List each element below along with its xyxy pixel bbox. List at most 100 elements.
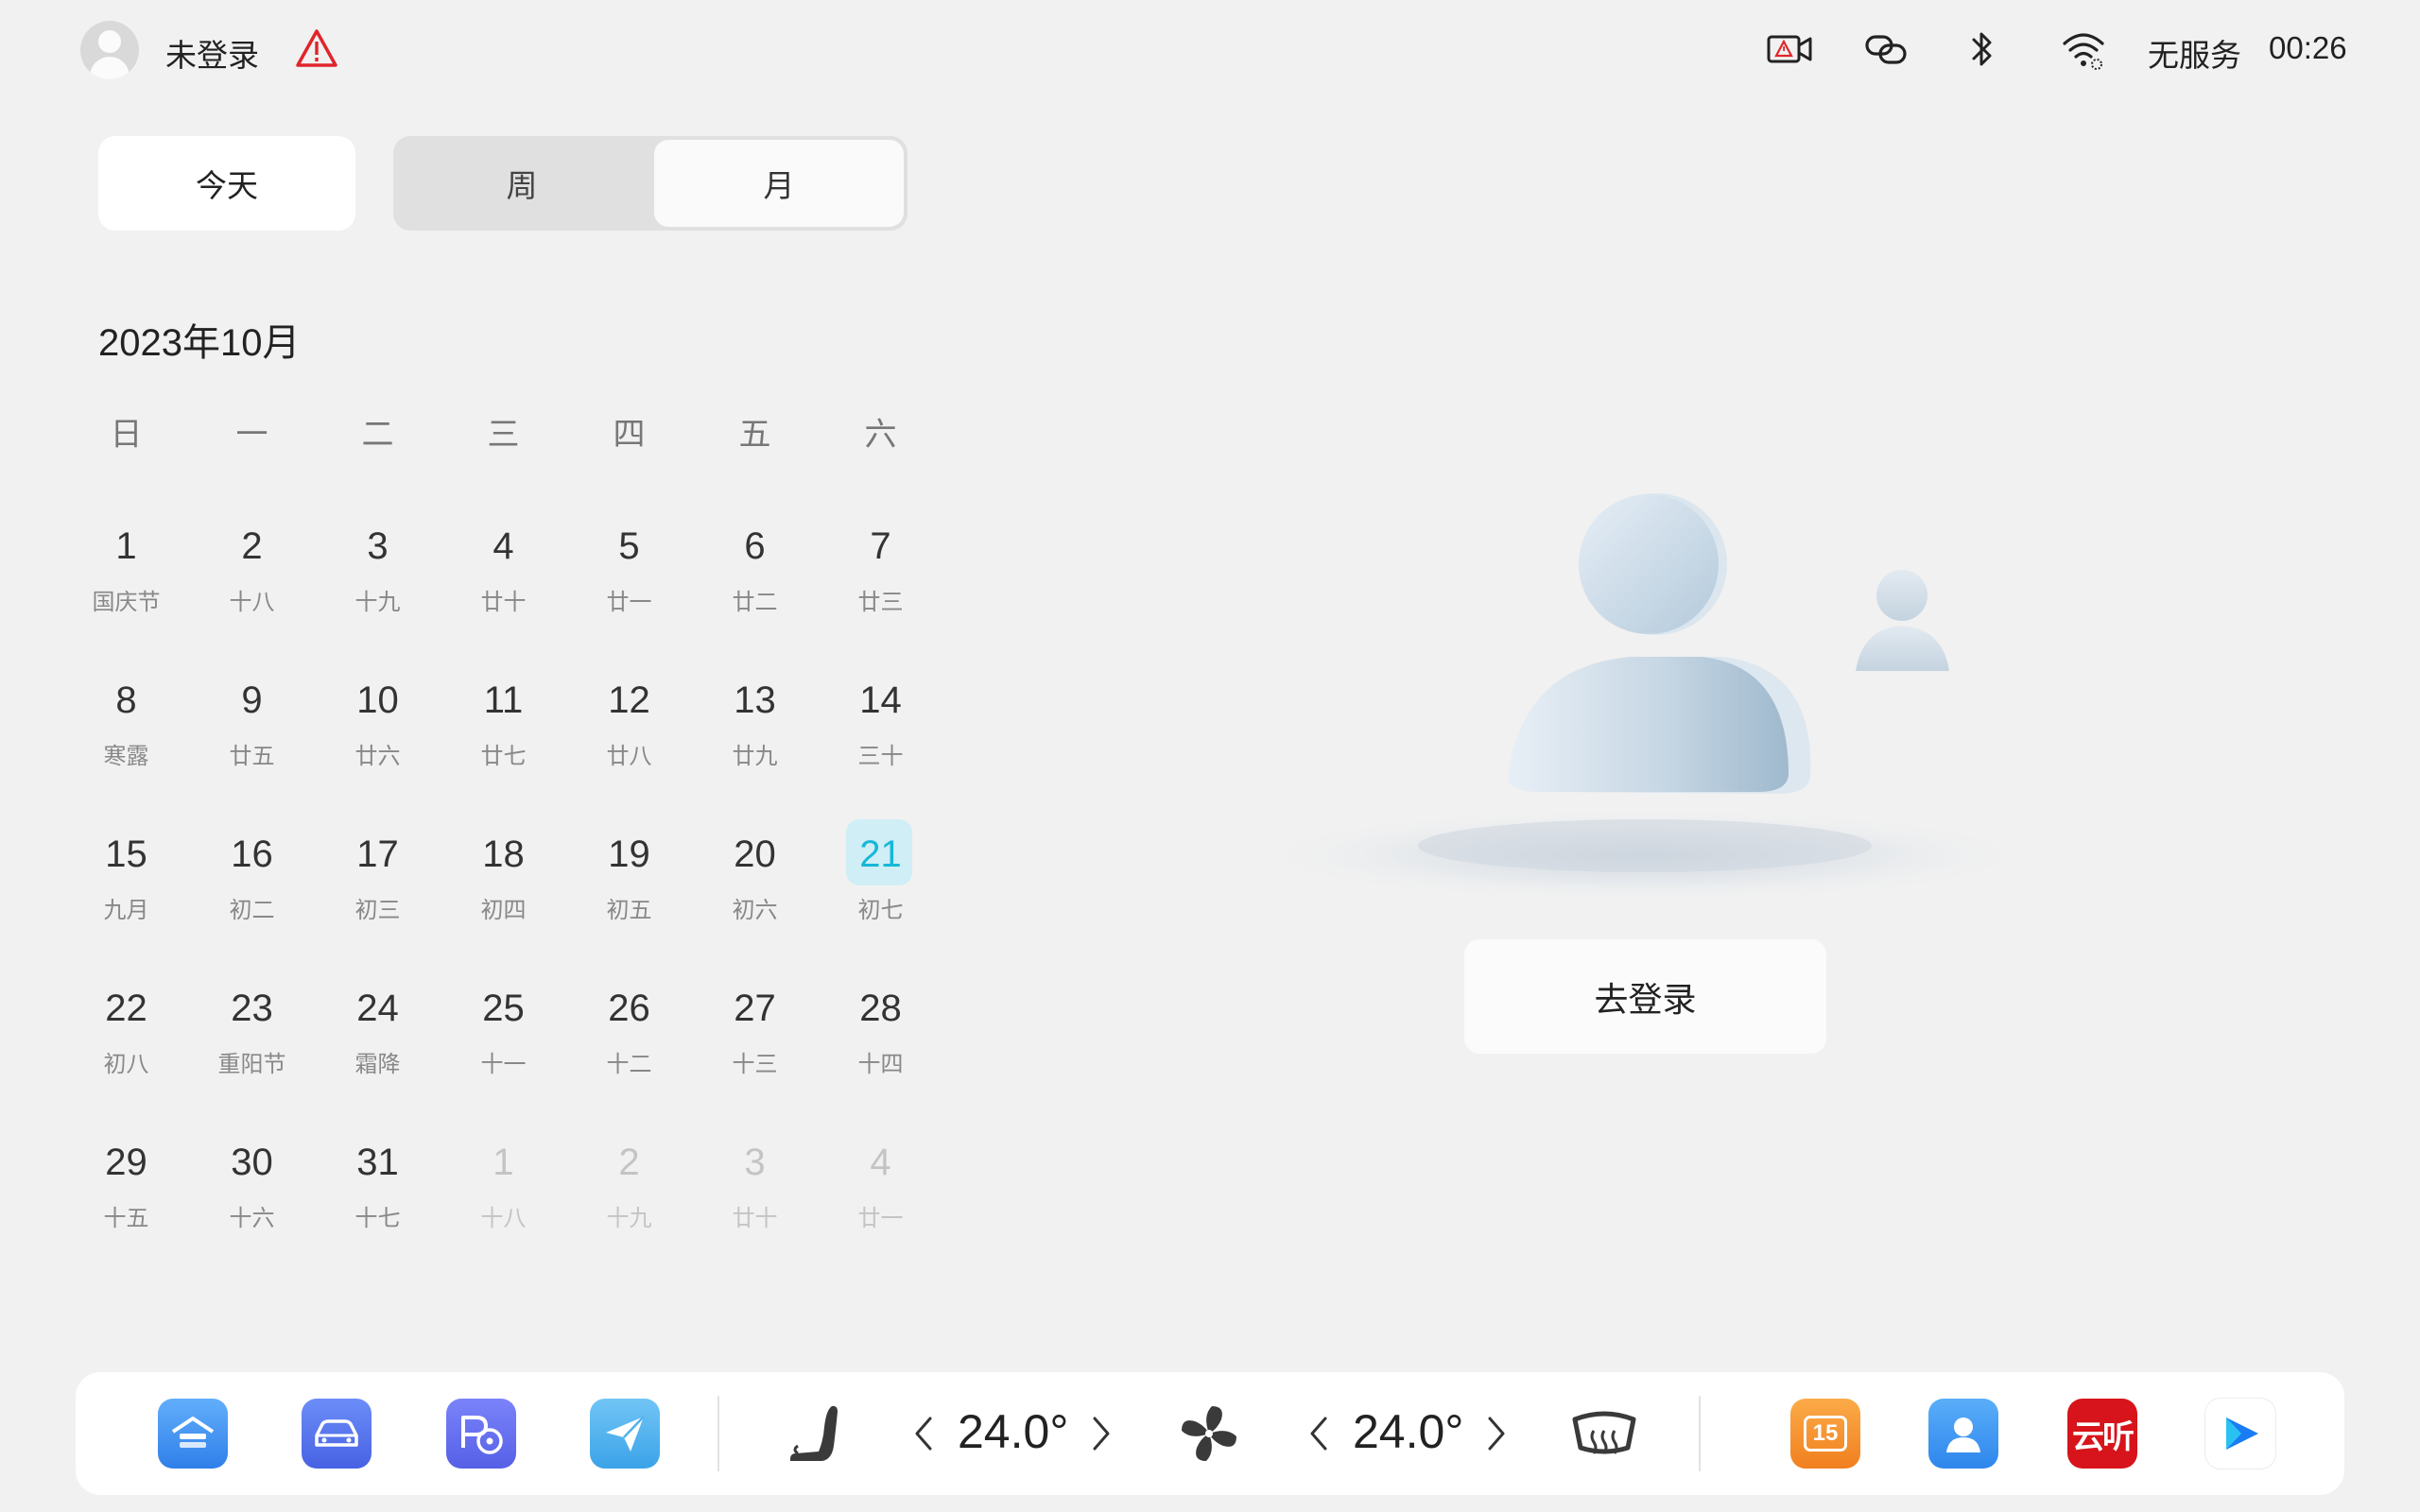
calendar-day[interactable]: 16 初二	[189, 821, 315, 975]
calendar-day[interactable]: 12 廿八	[566, 667, 692, 821]
calendar-day[interactable]: 13 廿九	[692, 667, 818, 821]
video-app-icon[interactable]	[2205, 1399, 2275, 1469]
calendar-day[interactable]: 2 十八	[189, 513, 315, 667]
day-number: 7	[870, 525, 891, 567]
view-segmented-control: 周 月	[393, 136, 908, 231]
fan-icon[interactable]	[1174, 1399, 1244, 1469]
day-number: 1	[115, 525, 137, 567]
seat-heat-icon[interactable]	[779, 1399, 849, 1469]
today-button[interactable]: 今天	[98, 136, 355, 231]
calendar-day[interactable]: 4 廿一	[818, 1129, 943, 1283]
calendar-day[interactable]: 26 十二	[566, 975, 692, 1129]
calendar-day[interactable]: 9 廿五	[189, 667, 315, 821]
lunar-date: 十九	[354, 590, 401, 615]
calendar-day[interactable]: 17 初三	[315, 821, 441, 975]
lunar-date: 初六	[732, 898, 778, 923]
tab-week[interactable]: 周	[393, 136, 650, 231]
lunar-date: 初四	[480, 898, 527, 923]
calendar-day[interactable]: 24 霜降	[315, 975, 441, 1129]
lunar-date: 廿九	[732, 744, 778, 769]
calendar-app-badge: 15	[1804, 1416, 1847, 1452]
calendar-day[interactable]: 8 寒露	[63, 667, 189, 821]
calendar-day[interactable]: 7 廿三	[818, 513, 943, 667]
right-temp-increase-icon[interactable]	[1484, 1413, 1509, 1454]
day-number: 27	[734, 988, 776, 1029]
left-temp-increase-icon[interactable]	[1089, 1413, 1114, 1454]
calendar-day[interactable]: 4 廿十	[441, 513, 566, 667]
lunar-date: 初八	[103, 1052, 149, 1077]
calendar-day[interactable]: 18 初四	[441, 821, 566, 975]
lunar-date: 十四	[857, 1052, 904, 1077]
car-icon[interactable]	[302, 1399, 372, 1469]
calendar-day-today[interactable]: 21 初七	[818, 819, 943, 975]
lunar-date: 霜降	[354, 1052, 401, 1077]
lunar-date: 十七	[354, 1206, 401, 1231]
calendar-day[interactable]: 20 初六	[692, 821, 818, 975]
user-login-status[interactable]: 未登录	[165, 30, 259, 76]
lunar-date: 廿十	[732, 1206, 778, 1231]
calendar-day[interactable]: 23 重阳节	[189, 975, 315, 1129]
calendar-day[interactable]: 2 十九	[566, 1129, 692, 1283]
weekday-label: 四	[613, 417, 646, 453]
weekday-label: 三	[487, 417, 520, 453]
rear-defrost-icon[interactable]	[1569, 1399, 1639, 1469]
calendar-day[interactable]: 5 廿一	[566, 513, 692, 667]
day-number: 12	[608, 679, 650, 721]
calendar-day[interactable]: 30 十六	[189, 1129, 315, 1283]
contacts-app-icon[interactable]	[1928, 1399, 1998, 1469]
calendar-app-icon[interactable]: 15	[1790, 1399, 1860, 1469]
lunar-date: 十六	[229, 1206, 275, 1231]
day-number: 1	[493, 1142, 514, 1183]
right-temperature: 24.0°	[1353, 1405, 1464, 1458]
calendar-day[interactable]: 29 十五	[63, 1129, 189, 1283]
home-icon[interactable]	[158, 1399, 228, 1469]
day-number: 2	[241, 525, 263, 567]
right-temp-decrease-icon[interactable]	[1306, 1413, 1331, 1454]
day-number: 9	[241, 679, 263, 721]
calendar-day[interactable]: 14 三十	[818, 667, 943, 821]
calendar-day[interactable]: 3 十九	[315, 513, 441, 667]
day-number: 10	[356, 679, 399, 721]
day-number: 15	[105, 833, 147, 875]
user-avatar[interactable]	[80, 21, 139, 79]
day-number: 28	[859, 988, 902, 1029]
calendar-day[interactable]: 3 廿十	[692, 1129, 818, 1283]
calendar-day[interactable]: 15 九月	[63, 821, 189, 975]
left-temp-decrease-icon[interactable]	[911, 1413, 936, 1454]
day-number: 26	[608, 988, 650, 1029]
navigation-icon[interactable]	[590, 1399, 660, 1469]
status-bar: 未登录 无服务 00:26	[0, 0, 2420, 104]
music-app-icon[interactable]: 云听	[2067, 1399, 2137, 1469]
calendar-day[interactable]: 1 国庆节	[63, 513, 189, 667]
calendar-day[interactable]: 31 十七	[315, 1129, 441, 1283]
day-number: 25	[482, 988, 525, 1029]
calendar-day[interactable]: 22 初八	[63, 975, 189, 1129]
tab-month[interactable]: 月	[654, 140, 904, 227]
calendar-day[interactable]: 27 十三	[692, 975, 818, 1129]
calendar-day[interactable]: 6 廿二	[692, 513, 818, 667]
go-login-button[interactable]: 去登录	[1464, 939, 1826, 1054]
lunar-date: 初七	[857, 898, 904, 923]
calendar-day[interactable]: 28 十四	[818, 975, 943, 1129]
music-app-label: 云听	[2072, 1418, 2135, 1455]
lunar-date: 十二	[606, 1052, 652, 1077]
clock: 00:26	[2269, 30, 2347, 65]
day-number: 4	[493, 525, 514, 567]
lunar-date: 廿七	[480, 744, 527, 769]
calendar-day[interactable]: 1 十八	[441, 1129, 566, 1283]
parking-assist-icon[interactable]	[446, 1399, 516, 1469]
lunar-date: 廿一	[857, 1206, 904, 1231]
weekday-label: 五	[738, 417, 771, 453]
day-number: 30	[231, 1142, 273, 1183]
calendar-day[interactable]: 25 十一	[441, 975, 566, 1129]
calendar-day[interactable]: 11 廿七	[441, 667, 566, 821]
lunar-date: 廿六	[354, 744, 401, 769]
lunar-date: 国庆节	[92, 590, 161, 615]
day-number: 20	[734, 833, 776, 875]
lunar-date: 初二	[229, 898, 275, 923]
lunar-date: 寒露	[103, 744, 149, 769]
warning-icon[interactable]	[296, 28, 337, 68]
month-title: 2023年10月	[98, 322, 301, 364]
calendar-day[interactable]: 10 廿六	[315, 667, 441, 821]
calendar-day[interactable]: 19 初五	[566, 821, 692, 975]
